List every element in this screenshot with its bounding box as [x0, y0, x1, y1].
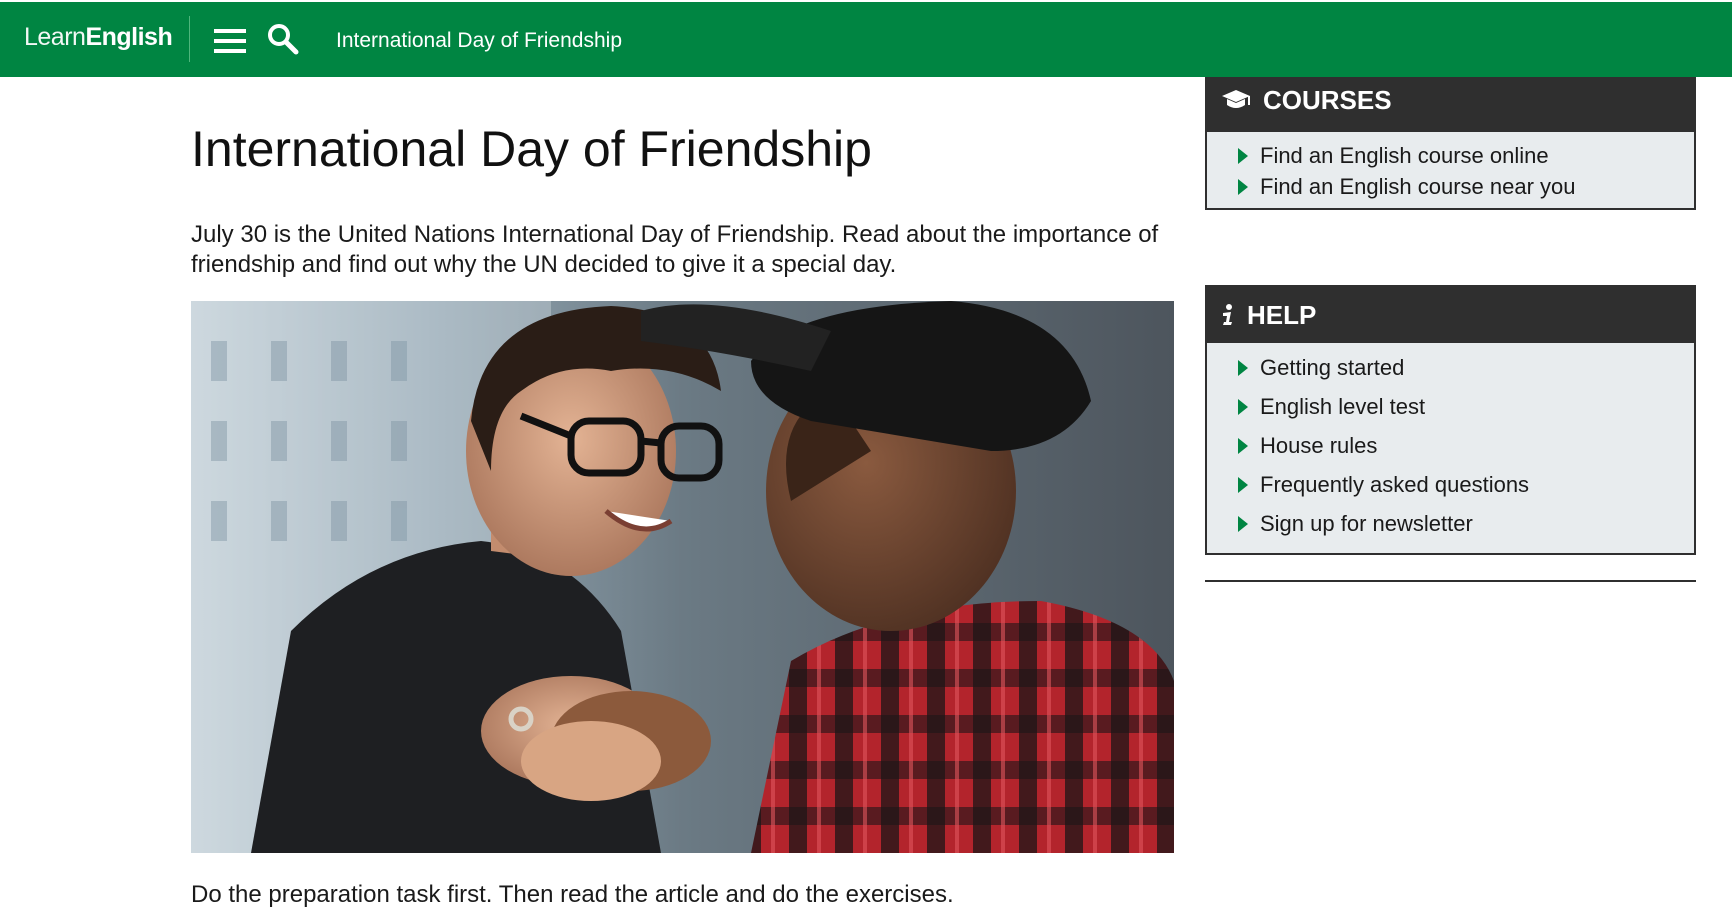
preparation-instruction: Do the preparation task first. Then read… — [191, 881, 954, 908]
courses-panel-title: COURSES — [1263, 85, 1392, 115]
article-intro: July 30 is the United Nations Internatio… — [191, 221, 1159, 278]
sidebar-link-newsletter[interactable]: Sign up for newsletter — [1207, 504, 1694, 543]
triangle-bullet-icon — [1238, 515, 1248, 532]
hamburger-menu-icon[interactable] — [214, 28, 246, 54]
sidebar-link-house-rules[interactable]: House rules — [1207, 426, 1694, 465]
header-page-title: International Day of Friendship — [336, 29, 622, 52]
triangle-bullet-icon — [1238, 398, 1248, 415]
sidebar-link-faq[interactable]: Frequently asked questions — [1207, 465, 1694, 504]
info-icon — [1221, 289, 1235, 345]
triangle-bullet-icon — [1238, 178, 1248, 195]
sidebar-link-label: Find an English course online — [1260, 143, 1549, 168]
graduation-cap-icon — [1221, 79, 1251, 125]
sidebar-link-label: Find an English course near you — [1260, 174, 1576, 199]
courses-panel-header: COURSES — [1207, 77, 1694, 132]
sidebar-link-label: House rules — [1260, 433, 1378, 458]
page-title: International Day of Friendship — [191, 121, 872, 177]
triangle-bullet-icon — [1238, 359, 1248, 376]
sidebar-link-course-online[interactable]: Find an English course online — [1207, 140, 1694, 171]
sidebar-link-level-test[interactable]: English level test — [1207, 387, 1694, 426]
sidebar-link-getting-started[interactable]: Getting started — [1207, 348, 1694, 387]
sidebar-link-label: English level test — [1260, 394, 1426, 419]
header-divider — [189, 16, 190, 62]
help-panel: HELP Getting started English level test … — [1205, 285, 1696, 555]
sidebar-divider — [1205, 580, 1696, 582]
courses-panel: COURSES Find an English course online Fi… — [1205, 77, 1696, 210]
sidebar-link-course-near-you[interactable]: Find an English course near you — [1207, 171, 1694, 202]
help-panel-header: HELP — [1207, 287, 1694, 343]
triangle-bullet-icon — [1238, 437, 1248, 454]
sidebar-link-label: Sign up for newsletter — [1260, 511, 1473, 536]
triangle-bullet-icon — [1238, 147, 1248, 164]
search-icon[interactable] — [266, 22, 300, 56]
top-navigation-bar: LearnEnglish International Day of Friend… — [0, 2, 1732, 77]
sidebar-link-label: Frequently asked questions — [1260, 472, 1530, 497]
triangle-bullet-icon — [1238, 476, 1248, 493]
logo-text-bold: English — [85, 23, 173, 51]
sidebar-link-label: Getting started — [1260, 355, 1405, 380]
learnenglish-logo[interactable]: LearnEnglish — [24, 23, 173, 52]
help-panel-title: HELP — [1247, 300, 1317, 330]
logo-text-light: Learn — [24, 23, 86, 51]
hero-image — [191, 301, 1174, 853]
